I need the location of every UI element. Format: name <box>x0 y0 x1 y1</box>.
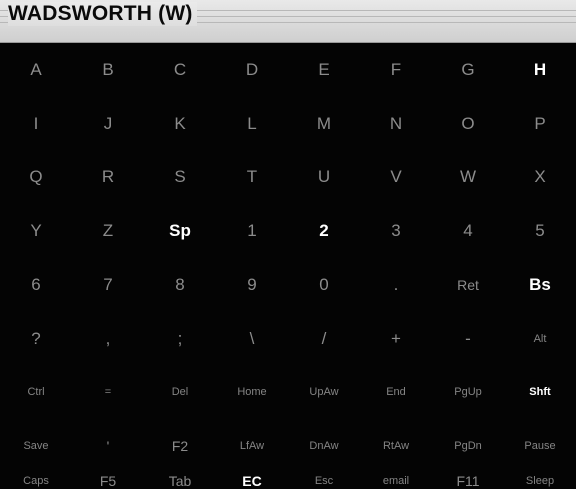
key-symbol[interactable]: ' <box>72 419 144 473</box>
key-o[interactable]: O <box>432 97 504 151</box>
key-z[interactable]: Z <box>72 204 144 258</box>
key-symbol[interactable]: / <box>288 312 360 366</box>
key-pause[interactable]: Pause <box>504 419 576 473</box>
key-symbol[interactable]: \ <box>216 312 288 366</box>
key-del[interactable]: Del <box>144 366 216 420</box>
key-ret[interactable]: Ret <box>432 258 504 312</box>
key-9[interactable]: 9 <box>216 258 288 312</box>
key-4[interactable]: 4 <box>432 204 504 258</box>
key-bs[interactable]: Bs <box>504 258 576 312</box>
key-end[interactable]: End <box>360 366 432 420</box>
key-e[interactable]: E <box>288 43 360 97</box>
key-8[interactable]: 8 <box>144 258 216 312</box>
key-tab[interactable]: Tab <box>144 473 216 489</box>
key-t[interactable]: T <box>216 151 288 205</box>
key-upaw[interactable]: UpAw <box>288 366 360 420</box>
key-esc[interactable]: Esc <box>288 473 360 489</box>
keyboard-app-window: WADSWORTH (W) ABCDEFGH IJKLMNOP QRSTUVWX YZ… <box>0 0 576 489</box>
key-a[interactable]: A <box>0 43 72 97</box>
key-d[interactable]: D <box>216 43 288 97</box>
key-symbol[interactable]: ; <box>144 312 216 366</box>
key-r[interactable]: R <box>72 151 144 205</box>
key-3[interactable]: 3 <box>360 204 432 258</box>
key-ctrl[interactable]: Ctrl <box>0 366 72 420</box>
key-y[interactable]: Y <box>0 204 72 258</box>
title-bar: WADSWORTH (W) <box>0 0 576 43</box>
key-f[interactable]: F <box>360 43 432 97</box>
on-screen-keyboard: A B C D E F G H I J K L M N O P Q R S T U V W X Y Z Sp 1 2 3 4 5 6 7 8 9 0. R… <box>0 43 576 489</box>
key-5[interactable]: 5 <box>504 204 576 258</box>
key-0[interactable]: 0 <box>288 258 360 312</box>
key-rtaw[interactable]: RtAw <box>360 419 432 473</box>
key-b[interactable]: B <box>72 43 144 97</box>
key-q[interactable]: Q <box>0 151 72 205</box>
key-f2[interactable]: F2 <box>144 419 216 473</box>
key-w[interactable]: W <box>432 151 504 205</box>
key-pgup[interactable]: PgUp <box>432 366 504 420</box>
key-c[interactable]: C <box>144 43 216 97</box>
key-email[interactable]: email <box>360 473 432 489</box>
key-7[interactable]: 7 <box>72 258 144 312</box>
key-symbol[interactable]: + <box>360 312 432 366</box>
key-i[interactable]: I <box>0 97 72 151</box>
key-1[interactable]: 1 <box>216 204 288 258</box>
key-x[interactable]: X <box>504 151 576 205</box>
key-symbol[interactable]: . <box>360 258 432 312</box>
key-s[interactable]: S <box>144 151 216 205</box>
key-k[interactable]: K <box>144 97 216 151</box>
key-lfaw[interactable]: LfAw <box>216 419 288 473</box>
key-home[interactable]: Home <box>216 366 288 420</box>
key-u[interactable]: U <box>288 151 360 205</box>
key-g[interactable]: G <box>432 43 504 97</box>
key-alt[interactable]: Alt <box>504 312 576 366</box>
key-symbol[interactable]: ? <box>0 312 72 366</box>
key-save[interactable]: Save <box>0 419 72 473</box>
key-dnaw[interactable]: DnAw <box>288 419 360 473</box>
key-symbol[interactable]: , <box>72 312 144 366</box>
key-sp[interactable]: Sp <box>144 204 216 258</box>
key-j[interactable]: J <box>72 97 144 151</box>
key-symbol[interactable]: = <box>72 366 144 420</box>
key-ec[interactable]: EC <box>216 473 288 489</box>
key-6[interactable]: 6 <box>0 258 72 312</box>
key-p[interactable]: P <box>504 97 576 151</box>
key-pgdn[interactable]: PgDn <box>432 419 504 473</box>
key-l[interactable]: L <box>216 97 288 151</box>
window-title: WADSWORTH (W) <box>8 2 197 26</box>
key-sleep[interactable]: Sleep <box>504 473 576 489</box>
key-h[interactable]: H <box>504 43 576 97</box>
key-v[interactable]: V <box>360 151 432 205</box>
key-caps[interactable]: Caps <box>0 473 72 489</box>
key-n[interactable]: N <box>360 97 432 151</box>
key-f11[interactable]: F11 <box>432 473 504 489</box>
key-symbol[interactable]: - <box>432 312 504 366</box>
key-f5[interactable]: F5 <box>72 473 144 489</box>
key-m[interactable]: M <box>288 97 360 151</box>
key-shft[interactable]: Shft <box>504 366 576 420</box>
key-2[interactable]: 2 <box>288 204 360 258</box>
